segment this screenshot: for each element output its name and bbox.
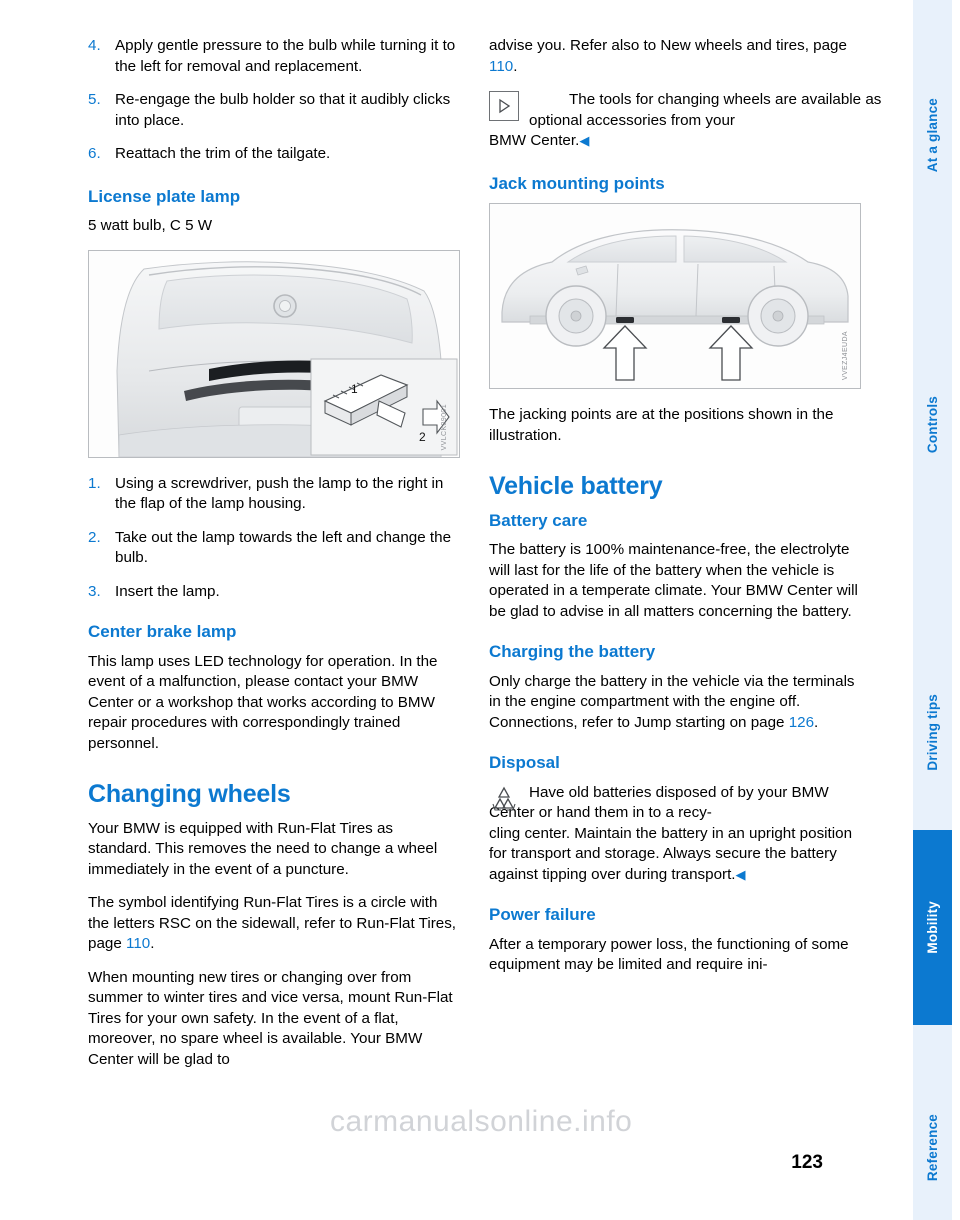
list-item: 1. Using a screwdriver, push the lamp to… <box>88 474 460 515</box>
list-item: 5. Re-engage the bulb holder so that it … <box>88 90 460 131</box>
note-tools-for-changing-wheels: The tools for changing wheels are availa… <box>489 90 881 152</box>
page-number: 123 <box>791 1152 823 1173</box>
license-plate-lamp-illustration: 1 2 <box>116 260 458 457</box>
page-reference[interactable]: 110 <box>126 935 150 952</box>
jack-points-caption: The jacking points are at the positions … <box>489 406 834 444</box>
continuation-text: advise you. Refer also to New wheels and… <box>489 37 847 54</box>
document-page: At a glance Controls Driving tips Mobili… <box>0 0 960 1220</box>
step-text: Using a screwdriver, push the lamp to th… <box>115 474 444 513</box>
step-text: Insert the lamp. <box>115 582 220 600</box>
note-text-first: The tools for changing wheels are availa… <box>529 91 882 129</box>
note-end-mark: ◀ <box>735 866 746 882</box>
step-number: 4. <box>88 37 101 54</box>
disposal-text-rest: cling center. Maintain the battery in an… <box>489 824 853 883</box>
step-text: Apply gentle pressure to the bulb while … <box>115 37 456 75</box>
figure-jack-mounting-points: VVEZJ4EUDA <box>489 203 861 389</box>
recycle-icon <box>489 784 519 814</box>
changing-wheels-p2: The symbol identifying Run-Flat Tires is… <box>88 893 460 955</box>
sidebar-item-reference[interactable]: Reference <box>913 1075 952 1220</box>
heading-battery-care: Battery care <box>489 510 588 530</box>
sidebar-item-label: Driving tips <box>925 694 940 771</box>
recycle-glyph <box>492 786 516 811</box>
step-number: 1. <box>88 474 101 492</box>
list-item: 3. Insert the lamp. <box>88 582 460 603</box>
right-text-column: advise you. Refer also to New wheels and… <box>489 36 881 989</box>
triangle-right-icon <box>489 91 519 121</box>
note-body: The tools for changing wheels are availa… <box>489 90 881 152</box>
heading-power-failure: Power failure <box>489 905 596 924</box>
section-tab-rail: At a glance Controls Driving tips Mobili… <box>905 0 960 1220</box>
left-text-column: 4. Apply gentle pressure to the bulb whi… <box>88 36 460 1083</box>
heading-disposal: Disposal <box>489 753 560 772</box>
sidebar-item-at-a-glance[interactable]: At a glance <box>913 40 952 230</box>
sidebar-item-controls[interactable]: Controls <box>913 350 952 500</box>
figure-license-plate-lamp: 1 2 VVLCK09001 <box>88 249 460 458</box>
sidebar-item-mobility[interactable]: Mobility <box>913 830 952 1025</box>
center-brake-body: This lamp uses LED technology for operat… <box>88 652 438 752</box>
step-number: 2. <box>88 528 101 546</box>
sidebar-item-label: Reference <box>925 1113 940 1182</box>
list-item: 2. Take out the lamp towards the left an… <box>88 528 460 569</box>
power-failure-body: After a temporary power loss, the functi… <box>489 935 849 974</box>
step-text: Take out the lamp towards the left and c… <box>115 528 452 567</box>
triangle-right-glyph <box>499 98 511 114</box>
list-item: 6. Reattach the trim of the tailgate. <box>88 144 460 165</box>
disposal-text-first: Have old batteries disposed of by your B… <box>489 783 829 822</box>
license-lamp-spec: 5 watt bulb, C 5 W <box>88 217 213 234</box>
sidebar-item-driving-tips[interactable]: Driving tips <box>913 650 952 815</box>
heading-jack-mounting-points: Jack mounting points <box>489 173 665 193</box>
step-number: 5. <box>88 91 101 108</box>
charging-body: Only charge the battery in the vehicle v… <box>489 672 861 734</box>
step-text: Re-engage the bulb holder so that it aud… <box>115 91 451 129</box>
heading-vehicle-battery: Vehicle battery <box>489 472 663 500</box>
page-reference[interactable]: 110 <box>489 58 513 75</box>
note-body: Have old batteries disposed of by your B… <box>489 783 861 886</box>
step-text: Reattach the trim of the tailgate. <box>115 145 331 162</box>
note-end-mark: ◀ <box>579 133 590 148</box>
heading-changing-wheels: Changing wheels <box>88 780 291 808</box>
battery-care-body: The battery is 100% maintenance-free, th… <box>489 541 858 620</box>
watermark: carmanualsonline.info <box>330 1105 633 1138</box>
note-text-rest: BMW Center. <box>489 132 580 149</box>
page-reference[interactable]: 126 <box>789 714 814 731</box>
changing-wheels-p3: When mounting new tires or changing over… <box>88 968 453 1068</box>
svg-text:1: 1 <box>351 382 358 396</box>
continuation-paragraph: advise you. Refer also to New wheels and… <box>489 36 861 77</box>
sidebar-item-label: Mobility <box>925 901 940 954</box>
svg-text:2: 2 <box>419 430 426 444</box>
changing-wheels-p1: Your BMW is equipped with Run-Flat Tires… <box>88 819 438 878</box>
heading-charging-the-battery: Charging the battery <box>489 642 656 661</box>
changing-wheels-p2-tail: . <box>150 935 155 952</box>
charging-tail: . <box>814 713 819 731</box>
figure-code: VVEZJ4EUDA <box>841 330 849 380</box>
step-number: 3. <box>88 582 101 600</box>
sidebar-item-label: Controls <box>925 396 940 454</box>
heading-license-plate-lamp: License plate lamp <box>88 186 241 206</box>
heading-center-brake-lamp: Center brake lamp <box>88 622 237 641</box>
step-number: 6. <box>88 145 101 162</box>
continuation-tail: . <box>513 57 518 75</box>
note-disposal: Have old batteries disposed of by your B… <box>489 783 861 886</box>
figure-code: VVLCK09001 <box>440 404 448 451</box>
list-item: 4. Apply gentle pressure to the bulb whi… <box>88 36 460 77</box>
sidebar-item-label: At a glance <box>925 97 940 173</box>
jack-points-illustration <box>501 229 849 381</box>
